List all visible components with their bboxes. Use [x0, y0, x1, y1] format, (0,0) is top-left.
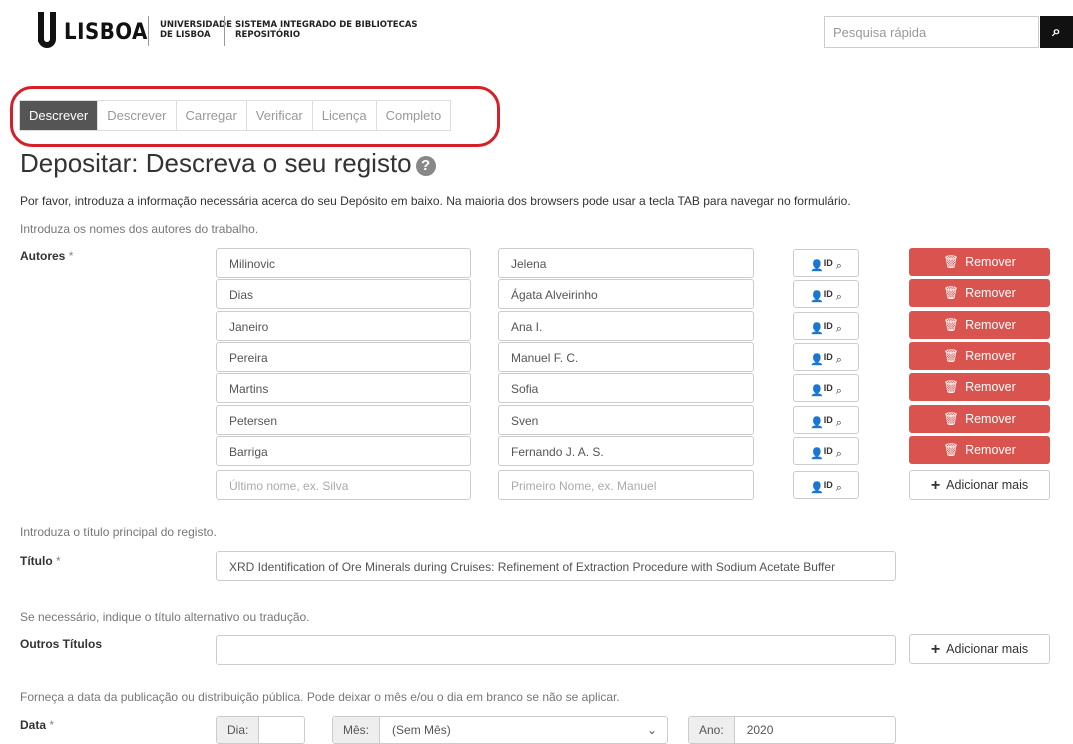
person-id-icon: 👤	[810, 482, 824, 494]
search-icon: ⌕	[1052, 23, 1061, 40]
search-icon: ⌕	[835, 291, 842, 303]
search-icon: ⌕	[835, 354, 842, 366]
author-last-name-input[interactable]: Último nome, ex. Silva	[216, 470, 471, 500]
date-month-select[interactable]: Mês: (Sem Mês) ⌄	[332, 716, 668, 744]
person-id-icon: 👤	[810, 354, 824, 366]
author-lookup-button[interactable]: 👤ID ⌕	[793, 249, 859, 277]
logo-text: LISBOA	[64, 20, 148, 45]
remove-author-button[interactable]: 🗑 Remover	[909, 405, 1050, 433]
remove-author-button[interactable]: 🗑 Remover	[909, 279, 1050, 307]
trash-icon: 🗑	[943, 286, 960, 300]
author-lookup-button[interactable]: 👤ID ⌕	[793, 471, 859, 499]
alt-title-hint: Se necessário, indique o título alternat…	[20, 610, 310, 624]
progress-tabs: Descrever Descrever Carregar Verificar L…	[19, 100, 452, 131]
search-icon: ⌕	[835, 385, 842, 397]
person-id-icon: 👤	[810, 417, 824, 429]
date-label: Data *	[20, 718, 55, 732]
title-hint: Introduza o título principal do registo.	[20, 525, 217, 539]
title-input[interactable]: XRD Identification of Ore Minerals durin…	[216, 551, 896, 581]
trash-icon: 🗑	[943, 349, 960, 363]
author-last-name-input[interactable]: Dias	[216, 279, 471, 309]
title-label: Título *	[20, 554, 61, 568]
search-icon: ⌕	[835, 323, 842, 335]
person-id-icon: 👤	[810, 323, 824, 335]
tab-license[interactable]: Licença	[312, 101, 377, 130]
page-title: Depositar: Descreva o seu registo?	[20, 148, 436, 179]
date-hint: Forneça a data da publicação ou distribu…	[20, 690, 620, 704]
author-lookup-button[interactable]: 👤ID ⌕	[793, 406, 859, 434]
search-icon: ⌕	[835, 482, 842, 494]
help-icon[interactable]: ?	[415, 156, 436, 176]
author-first-name-input[interactable]: Primeiro Nome, ex. Manuel	[498, 470, 754, 500]
tab-upload[interactable]: Carregar	[176, 101, 247, 130]
authors-hint: Introduza os nomes dos autores do trabal…	[20, 222, 259, 236]
author-lookup-button[interactable]: 👤ID ⌕	[793, 343, 859, 371]
search-button[interactable]: ⌕	[1040, 16, 1073, 48]
chevron-down-icon: ⌄	[646, 723, 657, 737]
intro-text: Por favor, introduza a informação necess…	[20, 194, 851, 208]
author-last-name-input[interactable]: Petersen	[216, 405, 471, 435]
add-alt-title-button[interactable]: + Adicionar mais	[909, 634, 1050, 664]
author-last-name-input[interactable]: Barriga	[216, 436, 471, 466]
date-day-field[interactable]: Dia:	[216, 716, 305, 744]
university-name: UNIVERSIDADE DE LISBOA	[160, 20, 232, 40]
trash-icon: 🗑	[943, 318, 960, 332]
remove-author-button[interactable]: 🗑 Remover	[909, 342, 1050, 370]
author-first-name-input[interactable]: Sven	[498, 405, 754, 435]
add-author-button[interactable]: + Adicionar mais	[909, 470, 1050, 500]
person-id-icon: 👤	[810, 448, 824, 460]
author-lookup-button[interactable]: 👤ID ⌕	[793, 374, 859, 402]
remove-author-button[interactable]: 🗑 Remover	[909, 248, 1050, 276]
tab-complete[interactable]: Completo	[376, 101, 451, 130]
search-icon: ⌕	[835, 260, 842, 272]
header-divider	[148, 16, 149, 46]
remove-author-button[interactable]: 🗑 Remover	[909, 436, 1050, 464]
tab-describe-1[interactable]: Descrever	[20, 101, 99, 130]
author-first-name-input[interactable]: Ágata Alveirinho	[498, 279, 754, 309]
authors-label: Autores *	[20, 249, 74, 263]
tab-verify[interactable]: Verificar	[246, 101, 313, 130]
author-first-name-input[interactable]: Ana I.	[498, 311, 754, 341]
search-input[interactable]: Pesquisa rápida	[824, 16, 1039, 48]
alt-title-label: Outros Títulos	[20, 637, 102, 651]
person-id-icon: 👤	[810, 291, 824, 303]
author-last-name-input[interactable]: Janeiro	[216, 311, 471, 341]
alt-title-input[interactable]	[216, 635, 896, 665]
trash-icon: 🗑	[943, 412, 960, 426]
author-last-name-input[interactable]: Milinovic	[216, 248, 471, 278]
system-name: SISTEMA INTEGRADO DE BIBLIOTECAS REPOSIT…	[235, 20, 418, 40]
author-last-name-input[interactable]: Pereira	[216, 342, 471, 372]
date-year-field[interactable]: Ano: 2020	[688, 716, 896, 744]
university-logo-mark	[38, 12, 56, 48]
author-lookup-button[interactable]: 👤ID ⌕	[793, 437, 859, 465]
person-id-icon: 👤	[810, 260, 824, 272]
author-first-name-input[interactable]: Jelena	[498, 248, 754, 278]
author-first-name-input[interactable]: Fernando J. A. S.	[498, 436, 754, 466]
plus-icon: +	[930, 641, 941, 658]
tab-describe-2[interactable]: Descrever	[98, 101, 177, 130]
header-divider	[224, 16, 225, 46]
person-id-icon: 👤	[810, 385, 824, 397]
author-lookup-button[interactable]: 👤ID ⌕	[793, 312, 859, 340]
remove-author-button[interactable]: 🗑 Remover	[909, 373, 1050, 401]
author-lookup-button[interactable]: 👤ID ⌕	[793, 280, 859, 308]
search-icon: ⌕	[835, 417, 842, 429]
plus-icon: +	[930, 477, 941, 494]
remove-author-button[interactable]: 🗑 Remover	[909, 311, 1050, 339]
author-last-name-input[interactable]: Martins	[216, 373, 471, 403]
search-icon: ⌕	[835, 448, 842, 460]
trash-icon: 🗑	[943, 380, 960, 394]
author-first-name-input[interactable]: Sofia	[498, 373, 754, 403]
trash-icon: 🗑	[943, 255, 960, 269]
trash-icon: 🗑	[943, 443, 960, 457]
author-first-name-input[interactable]: Manuel F. C.	[498, 342, 754, 372]
